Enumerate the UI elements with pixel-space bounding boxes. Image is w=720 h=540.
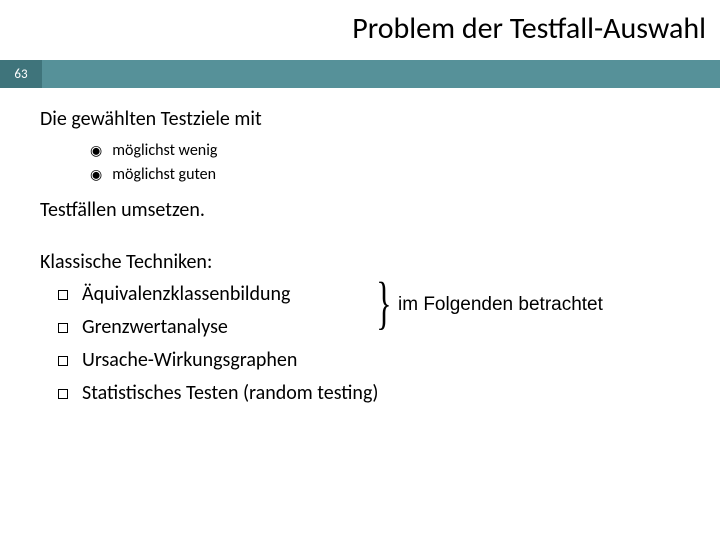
technique-label: Äquivalenzklassenbildung	[82, 278, 290, 311]
slide-number-bar: 63	[0, 60, 720, 88]
technique-label: Statistisches Testen (random testing)	[82, 377, 378, 410]
list-item: ◉ möglichst wenig	[90, 139, 690, 163]
technique-row-group: Äquivalenzklassenbildung Grenzwertanalys…	[58, 278, 690, 344]
annotation-text: im Folgenden betrachtet	[398, 294, 603, 316]
list-item: Ursache-Wirkungsgraphen	[58, 344, 690, 377]
bullet-icon: ◉	[90, 140, 102, 161]
curly-brace-icon: }	[376, 274, 391, 332]
square-bullet-icon	[58, 290, 68, 300]
technique-label: Grenzwertanalyse	[82, 311, 228, 344]
bullet-icon: ◉	[90, 164, 102, 185]
list-item: Statistisches Testen (random testing)	[58, 377, 690, 410]
slide-title: Problem der Testfall-Auswahl	[352, 10, 706, 47]
intro-line-2: Testfällen umsetzen.	[40, 197, 690, 224]
intro-line-1: Die gewählten Testziele mit	[40, 106, 690, 133]
square-bullet-icon	[58, 356, 68, 366]
sub-item-label: möglichst wenig	[112, 139, 217, 163]
technique-list: Äquivalenzklassenbildung Grenzwertanalys…	[58, 278, 690, 410]
section-heading: Klassische Techniken:	[40, 250, 690, 274]
square-bullet-icon	[58, 323, 68, 333]
slide-number: 63	[0, 60, 42, 88]
list-item: ◉ möglichst guten	[90, 163, 690, 187]
goal-sublist: ◉ möglichst wenig ◉ möglichst guten	[90, 139, 690, 187]
slide-content: Die gewählten Testziele mit ◉ möglichst …	[40, 100, 690, 410]
sub-item-label: möglichst guten	[112, 163, 216, 187]
technique-label: Ursache-Wirkungsgraphen	[82, 344, 297, 377]
square-bullet-icon	[58, 389, 68, 399]
